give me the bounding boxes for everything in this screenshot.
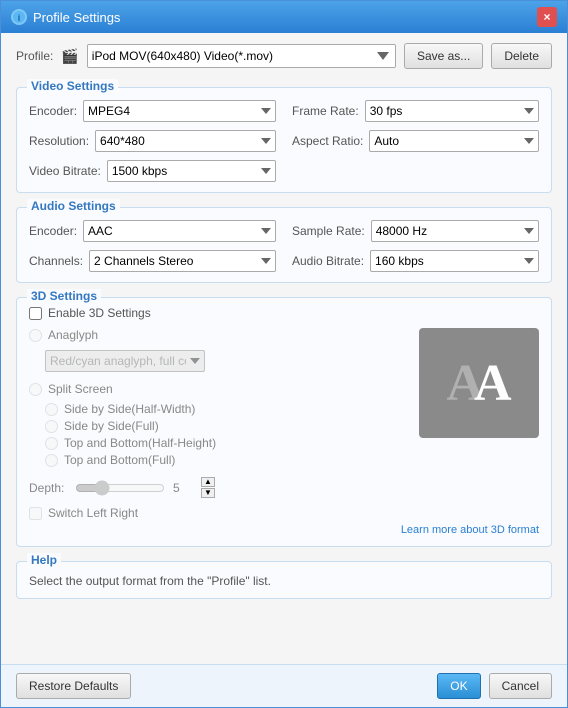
resolution-select[interactable]: 640*480	[95, 130, 276, 152]
encoder-select[interactable]: MPEG4	[83, 100, 276, 122]
depth-up-button[interactable]: ▲	[201, 477, 215, 487]
audio-settings-grid: Encoder: AAC Sample Rate: 48000 Hz Chann…	[29, 220, 539, 272]
audio-bitrate-label: Audio Bitrate:	[292, 254, 364, 268]
audio-settings-section: Audio Settings Encoder: AAC Sample Rate:…	[16, 207, 552, 283]
side-by-side-half-label: Side by Side(Half-Width)	[64, 402, 195, 416]
learn-more-row: Learn more about 3D format	[29, 524, 539, 536]
frame-rate-label: Frame Rate:	[292, 104, 359, 118]
restore-defaults-button[interactable]: Restore Defaults	[16, 673, 131, 699]
3d-settings-section: 3D Settings Enable 3D Settings Anaglyph …	[16, 297, 552, 547]
switch-left-right-label: Switch Left Right	[48, 506, 138, 520]
sample-rate-row: Sample Rate: 48000 Hz	[292, 220, 539, 242]
anaglyph-type-select[interactable]: Red/cyan anaglyph, full color	[45, 350, 205, 372]
anaglyph-row: Anaglyph	[29, 328, 407, 342]
anaglyph-sub: Red/cyan anaglyph, full color	[45, 350, 407, 372]
audio-encoder-label: Encoder:	[29, 224, 77, 238]
sample-rate-select[interactable]: 48000 Hz	[371, 220, 539, 242]
depth-spinner: ▲ ▼	[201, 477, 215, 498]
help-title: Help	[27, 553, 61, 567]
aspect-ratio-select[interactable]: Auto	[369, 130, 539, 152]
3d-left-panel: Anaglyph Red/cyan anaglyph, full color S…	[29, 328, 407, 520]
video-bitrate-select[interactable]: 1500 kbps	[107, 160, 276, 182]
profile-select[interactable]: iPod MOV(640x480) Video(*.mov)	[87, 44, 396, 68]
audio-encoder-row: Encoder: AAC	[29, 220, 276, 242]
learn-more-link[interactable]: Learn more about 3D format	[401, 524, 539, 536]
depth-down-button[interactable]: ▼	[201, 488, 215, 498]
sample-rate-label: Sample Rate:	[292, 224, 365, 238]
save-as-button[interactable]: Save as...	[404, 43, 483, 69]
aa-right: A	[474, 354, 512, 413]
3d-preview: A A	[419, 328, 539, 438]
title-bar-left: i Profile Settings	[11, 9, 120, 25]
audio-settings-title: Audio Settings	[27, 199, 120, 213]
help-section: Help Select the output format from the "…	[16, 561, 552, 599]
video-bitrate-label: Video Bitrate:	[29, 164, 101, 178]
title-bar: i Profile Settings ×	[1, 1, 567, 33]
dialog-title: Profile Settings	[33, 10, 120, 25]
video-settings-title: Video Settings	[27, 79, 118, 93]
footer: Restore Defaults OK Cancel	[1, 664, 567, 707]
anaglyph-radio[interactable]	[29, 329, 42, 342]
enable-3d-checkbox[interactable]	[29, 307, 42, 320]
profile-row: Profile: 🎬 iPod MOV(640x480) Video(*.mov…	[16, 43, 552, 69]
resolution-label: Resolution:	[29, 134, 89, 148]
enable-3d-label[interactable]: Enable 3D Settings	[48, 306, 151, 320]
audio-bitrate-select[interactable]: 160 kbps	[370, 250, 539, 272]
split-screen-row: Split Screen	[29, 382, 407, 396]
frame-rate-row: Frame Rate: 30 fps	[292, 100, 539, 122]
top-bottom-half-label: Top and Bottom(Half-Height)	[64, 436, 216, 450]
depth-value: 5	[173, 481, 193, 495]
switch-left-right-row: Switch Left Right	[29, 506, 407, 520]
profile-label: Profile:	[16, 49, 53, 63]
side-by-side-full-label: Side by Side(Full)	[64, 419, 159, 433]
side-by-side-half-radio[interactable]	[45, 403, 58, 416]
cancel-button[interactable]: Cancel	[489, 673, 552, 699]
aspect-ratio-label: Aspect Ratio:	[292, 134, 363, 148]
encoder-label: Encoder:	[29, 104, 77, 118]
frame-rate-select[interactable]: 30 fps	[365, 100, 539, 122]
depth-row: Depth: 5 ▲ ▼	[29, 477, 407, 498]
encoder-row: Encoder: MPEG4	[29, 100, 276, 122]
profile-icon: 🎬	[61, 48, 78, 65]
help-text: Select the output format from the "Profi…	[29, 574, 539, 588]
top-bottom-half-row: Top and Bottom(Half-Height)	[45, 436, 407, 450]
depth-slider[interactable]	[75, 480, 165, 496]
split-screen-label: Split Screen	[48, 382, 113, 396]
audio-bitrate-row: Audio Bitrate: 160 kbps	[292, 250, 539, 272]
side-by-side-full-row: Side by Side(Full)	[45, 419, 407, 433]
video-settings-section: Video Settings Encoder: MPEG4 Frame Rate…	[16, 87, 552, 193]
channels-label: Channels:	[29, 254, 83, 268]
anaglyph-label: Anaglyph	[48, 328, 98, 342]
side-by-side-half-row: Side by Side(Half-Width)	[45, 402, 407, 416]
aa-preview-text: A A	[446, 354, 511, 413]
top-bottom-half-radio[interactable]	[45, 437, 58, 450]
switch-left-right-checkbox[interactable]	[29, 507, 42, 520]
channels-select[interactable]: 2 Channels Stereo	[89, 250, 276, 272]
split-screen-radio[interactable]	[29, 383, 42, 396]
side-by-side-full-radio[interactable]	[45, 420, 58, 433]
video-bitrate-row: Video Bitrate: 1500 kbps	[29, 160, 276, 182]
main-content: Profile: 🎬 iPod MOV(640x480) Video(*.mov…	[1, 33, 567, 664]
footer-right: OK Cancel	[437, 673, 552, 699]
top-bottom-full-row: Top and Bottom(Full)	[45, 453, 407, 467]
channels-row: Channels: 2 Channels Stereo	[29, 250, 276, 272]
3d-settings-title: 3D Settings	[27, 289, 101, 303]
svg-text:i: i	[18, 13, 21, 23]
app-icon: i	[11, 9, 27, 25]
audio-encoder-select[interactable]: AAC	[83, 220, 276, 242]
video-settings-grid: Encoder: MPEG4 Frame Rate: 30 fps Resolu…	[29, 100, 539, 182]
profile-settings-dialog: i Profile Settings × Profile: 🎬 iPod MOV…	[0, 0, 568, 708]
depth-label: Depth:	[29, 481, 67, 495]
resolution-row: Resolution: 640*480	[29, 130, 276, 152]
aspect-ratio-row: Aspect Ratio: Auto	[292, 130, 539, 152]
close-button[interactable]: ×	[537, 7, 557, 27]
3d-options: Anaglyph Red/cyan anaglyph, full color S…	[29, 328, 539, 520]
top-bottom-full-label: Top and Bottom(Full)	[64, 453, 175, 467]
split-screen-options: Side by Side(Half-Width) Side by Side(Fu…	[45, 402, 407, 467]
top-bottom-full-radio[interactable]	[45, 454, 58, 467]
enable-3d-row: Enable 3D Settings	[29, 306, 539, 320]
ok-button[interactable]: OK	[437, 673, 480, 699]
delete-button[interactable]: Delete	[491, 43, 552, 69]
